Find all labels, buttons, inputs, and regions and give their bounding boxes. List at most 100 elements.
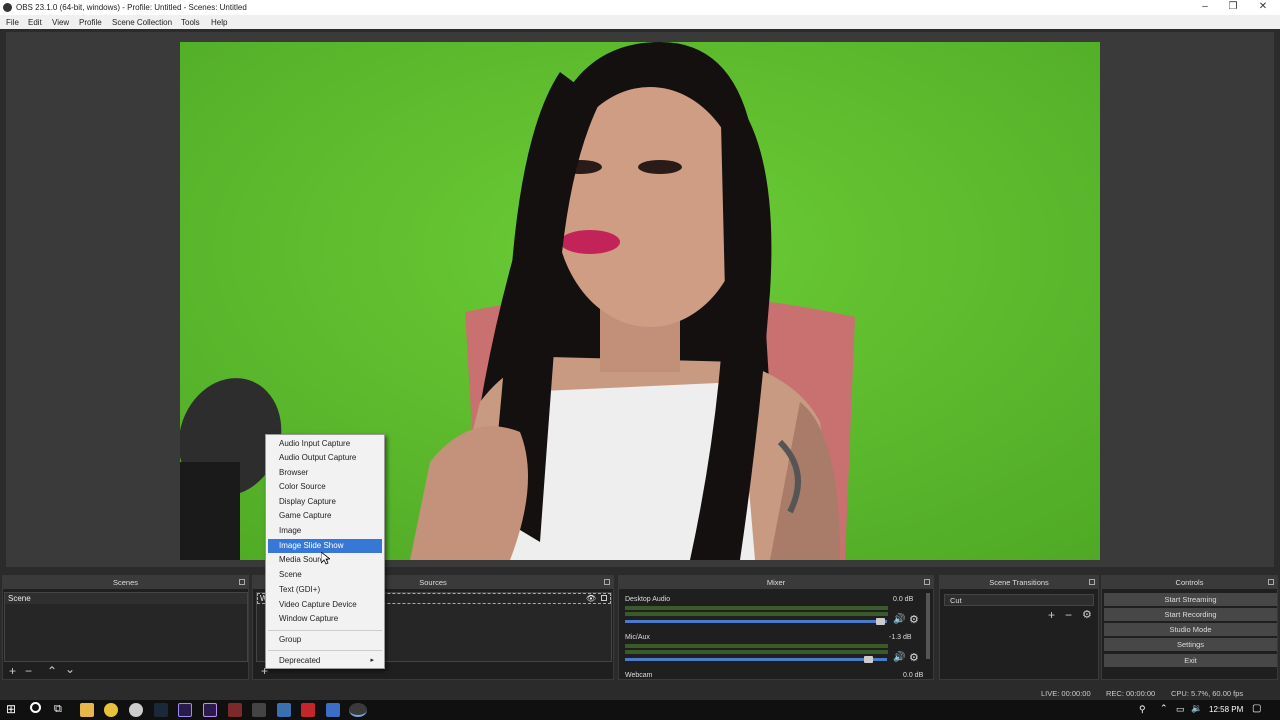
menu-item-text-gdi[interactable]: Text (GDI+) — [268, 583, 382, 597]
volume-slider[interactable] — [625, 620, 887, 623]
remove-transition-icon[interactable]: − — [1065, 608, 1072, 622]
browser-icon[interactable] — [129, 703, 143, 717]
eye-icon[interactable]: 👁 — [586, 594, 596, 603]
steam-icon[interactable] — [154, 703, 168, 717]
volume-icon[interactable]: 🔉 — [1191, 703, 1202, 714]
channel-name: Webcam — [625, 672, 653, 679]
facebook-icon[interactable] — [326, 703, 340, 717]
menu-help[interactable]: Help — [211, 18, 227, 27]
gear-icon[interactable]: ⚙ — [909, 651, 919, 664]
controls-header: Controls — [1102, 576, 1277, 589]
gear-icon[interactable]: ⚙ — [909, 613, 919, 626]
acrobat-icon[interactable] — [301, 703, 315, 717]
audio-meter — [625, 650, 888, 654]
settings-button[interactable]: Settings — [1104, 638, 1277, 651]
menu-item-scene[interactable]: Scene — [268, 568, 382, 582]
gear-icon[interactable]: ⚙ — [1082, 608, 1092, 621]
move-down-icon[interactable]: ⌄ — [65, 662, 75, 676]
scene-item[interactable]: Scene — [5, 593, 247, 604]
exit-button[interactable]: Exit — [1104, 654, 1277, 667]
network-icon[interactable]: ▭ — [1176, 704, 1185, 715]
cpu-fps: CPU: 5.7%, 60.00 fps — [1171, 689, 1244, 698]
volume-knob[interactable] — [864, 656, 873, 663]
transitions-dock: Scene Transitions Cut + − ⚙ — [939, 575, 1099, 680]
menu-profile[interactable]: Profile — [79, 18, 102, 27]
live-timer: LIVE: 00:00:00 — [1041, 689, 1091, 698]
channel-name: Mic/Aux — [625, 634, 650, 641]
restore-icon[interactable]: ❐ — [1218, 1, 1248, 12]
scenes-dock: Scenes Scene + − ⌃ ⌄ — [2, 575, 249, 680]
menu-scene-collection[interactable]: Scene Collection — [112, 18, 172, 27]
mouse-cursor-icon — [321, 552, 330, 565]
studio-mode-button[interactable]: Studio Mode — [1104, 623, 1277, 636]
start-recording-button[interactable]: Start Recording — [1104, 608, 1277, 621]
obs-icon[interactable] — [349, 703, 367, 717]
notification-icon[interactable]: ▢ — [1252, 703, 1261, 714]
float-icon[interactable] — [1089, 579, 1095, 585]
transitions-header: Scene Transitions — [940, 576, 1098, 589]
channel-db: 0.0 dB — [903, 672, 924, 679]
search-icon[interactable] — [30, 702, 41, 713]
menu-item-display-capture[interactable]: Display Capture — [268, 495, 382, 509]
file-explorer-icon[interactable] — [80, 703, 94, 717]
speaker-icon[interactable]: 🔊 — [893, 652, 905, 663]
menu-item-deprecated[interactable]: Deprecated ▸ — [268, 654, 382, 668]
float-icon[interactable] — [924, 579, 930, 585]
channel-db: -1.3 dB — [889, 634, 912, 641]
move-up-icon[interactable]: ⌃ — [47, 664, 57, 678]
speaker-icon[interactable]: 🔊 — [893, 614, 905, 625]
menu-item-image-slide-show[interactable]: Image Slide Show — [268, 539, 382, 553]
clock[interactable]: 12:58 PM — [1209, 705, 1243, 714]
chevron-up-icon[interactable]: ⌃ — [1160, 703, 1168, 714]
volume-knob[interactable] — [876, 618, 885, 625]
menu-item-browser[interactable]: Browser — [268, 466, 382, 480]
menu-separator — [268, 650, 382, 651]
app-icon[interactable] — [228, 703, 242, 717]
window-title: OBS 23.1.0 (64-bit, windows) - Profile: … — [16, 3, 247, 12]
menu-item-video-capture-device[interactable]: Video Capture Device — [268, 598, 382, 612]
menu-item-audio-input-capture[interactable]: Audio Input Capture — [268, 437, 382, 451]
menu-bar: File Edit View Profile Scene Collection … — [0, 15, 1280, 29]
float-icon[interactable] — [239, 579, 245, 585]
menu-item-image[interactable]: Image — [268, 524, 382, 538]
scenes-list[interactable]: Scene — [4, 592, 248, 662]
menu-item-group[interactable]: Group — [268, 633, 382, 647]
menu-separator — [268, 630, 382, 631]
add-transition-icon[interactable]: + — [1048, 608, 1055, 622]
float-icon[interactable] — [604, 579, 610, 585]
transition-value: Cut — [950, 596, 962, 605]
lock-icon[interactable] — [601, 595, 607, 601]
status-bar: LIVE: 00:00:00 REC: 00:00:00 CPU: 5.7%, … — [0, 685, 1280, 700]
chrome-icon[interactable] — [104, 703, 118, 717]
app-icon[interactable] — [277, 703, 291, 717]
audio-meter — [625, 644, 888, 648]
mixer-scrollbar[interactable] — [926, 593, 930, 659]
audio-meter — [625, 606, 888, 610]
menu-view[interactable]: View — [52, 18, 69, 27]
menu-item-color-source[interactable]: Color Source — [268, 480, 382, 494]
transition-select[interactable]: Cut — [944, 594, 1094, 606]
close-icon[interactable]: ✕ — [1248, 1, 1278, 12]
menu-item-audio-output-capture[interactable]: Audio Output Capture — [268, 451, 382, 465]
menu-item-label: Deprecated — [279, 656, 321, 665]
float-icon[interactable] — [1268, 579, 1274, 585]
add-scene-icon[interactable]: + — [9, 664, 16, 678]
menu-file[interactable]: File — [6, 18, 19, 27]
start-streaming-button[interactable]: Start Streaming — [1104, 593, 1277, 606]
scenes-header: Scenes — [3, 576, 248, 589]
volume-slider[interactable] — [625, 658, 887, 661]
remove-scene-icon[interactable]: − — [25, 664, 32, 678]
premiere-rush-icon[interactable] — [203, 703, 217, 717]
app-icon[interactable] — [252, 703, 266, 717]
menu-tools[interactable]: Tools — [181, 18, 200, 27]
task-view-icon[interactable]: ⧉ — [54, 703, 62, 716]
menu-item-window-capture[interactable]: Window Capture — [268, 612, 382, 626]
premiere-icon[interactable] — [178, 703, 192, 717]
menu-item-game-capture[interactable]: Game Capture — [268, 509, 382, 523]
windows-start-icon[interactable]: ⊞ — [6, 702, 16, 716]
minimize-icon[interactable]: – — [1190, 1, 1220, 12]
menu-edit[interactable]: Edit — [28, 18, 42, 27]
submenu-arrow-icon: ▸ — [370, 657, 374, 664]
people-icon[interactable]: ⚲ — [1139, 704, 1146, 715]
title-bar: OBS 23.1.0 (64-bit, windows) - Profile: … — [0, 0, 1280, 15]
